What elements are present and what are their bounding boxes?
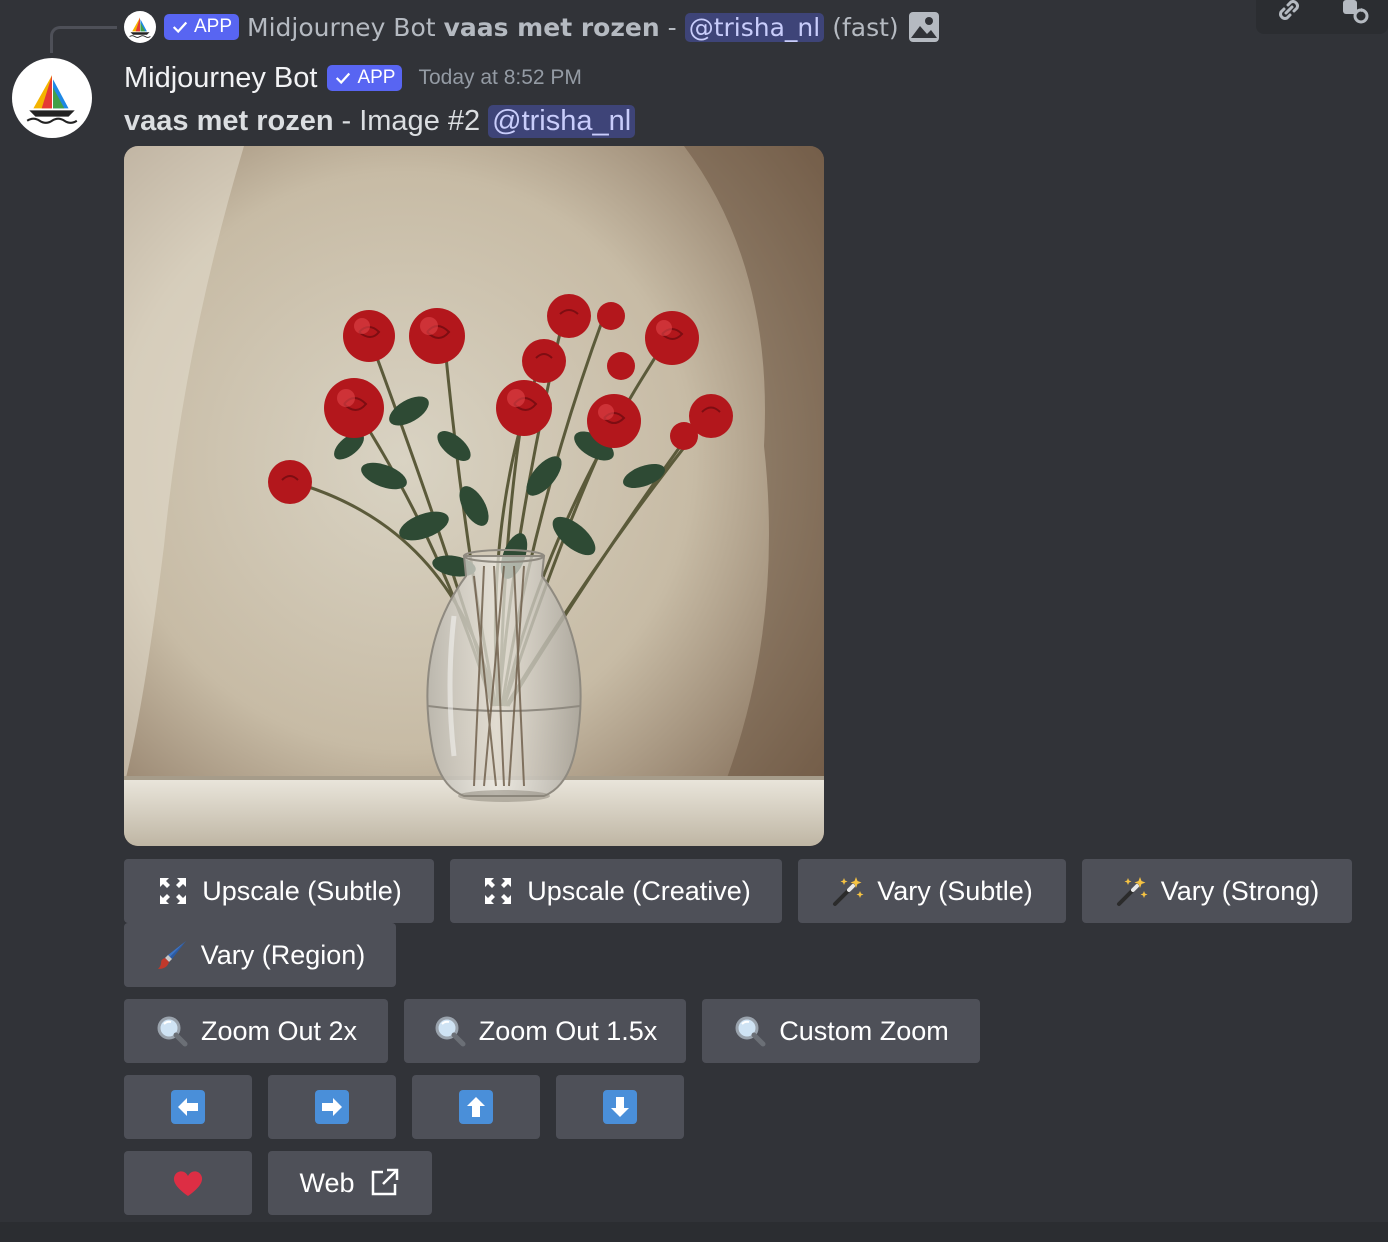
- bottom-bar: [0, 1222, 1388, 1242]
- image-icon: [908, 12, 939, 42]
- sailboat-logo-icon: [129, 17, 151, 38]
- magnifier-icon: [155, 1014, 189, 1048]
- message-header: Midjourney Bot APP Today at 8:52 PM: [124, 56, 582, 100]
- author-name[interactable]: Midjourney Bot: [124, 62, 317, 95]
- expand-arrows-icon: [481, 874, 515, 908]
- discord-message-view: APP Midjourney Bot vaas met rozen - @tri…: [0, 0, 1388, 1242]
- vary-subtle-button[interactable]: Vary (Subtle): [798, 859, 1066, 923]
- upscale-subtle-label: Upscale (Subtle): [202, 875, 402, 906]
- app-badge-label: APP: [194, 16, 233, 37]
- vary-subtle-label: Vary (Subtle): [877, 875, 1033, 906]
- pan-left-button[interactable]: [124, 1075, 252, 1139]
- link-icon[interactable]: [1271, 0, 1307, 28]
- reply-mention[interactable]: @trisha_nl: [684, 12, 825, 42]
- message-content: vaas met rozen - Image #2 @trisha_nl: [124, 100, 636, 142]
- reply-speed: (fast): [832, 12, 899, 42]
- favorite-button[interactable]: [124, 1151, 252, 1215]
- avatar[interactable]: [12, 58, 92, 138]
- reply-separator: -: [667, 12, 677, 42]
- custom-zoom-label: Custom Zoom: [779, 1015, 949, 1046]
- vary-region-button[interactable]: Vary (Region): [124, 923, 396, 987]
- pan-right-button[interactable]: [268, 1075, 396, 1139]
- heart-icon: [171, 1166, 205, 1200]
- checkmark-icon: [172, 21, 188, 34]
- upscale-creative-button[interactable]: Upscale (Creative): [450, 859, 782, 923]
- vary-region-label: Vary (Region): [200, 939, 366, 970]
- prompt-text: vaas met rozen: [124, 104, 334, 137]
- zoom-out-2x-label: Zoom Out 2x: [200, 1015, 358, 1046]
- magnifier-icon: [733, 1014, 767, 1048]
- generated-image[interactable]: [124, 146, 824, 846]
- content-separator: -: [341, 104, 352, 137]
- web-link-button[interactable]: Web: [268, 1151, 432, 1215]
- checkmark-icon: [336, 72, 351, 85]
- vary-strong-label: Vary (Strong): [1160, 875, 1320, 906]
- custom-zoom-button[interactable]: Custom Zoom: [702, 999, 980, 1063]
- zoom-out-2x-button[interactable]: Zoom Out 2x: [124, 999, 388, 1063]
- reply-bot-name[interactable]: Midjourney Bot: [247, 13, 436, 42]
- reply-avatar[interactable]: [124, 11, 156, 43]
- magnifier-icon: [433, 1014, 467, 1048]
- user-mention[interactable]: @trisha_nl: [488, 104, 636, 138]
- upscale-creative-label: Upscale (Creative): [527, 875, 751, 906]
- timestamp: Today at 8:52 PM: [418, 66, 582, 89]
- vary-strong-button[interactable]: Vary (Strong): [1082, 859, 1352, 923]
- arrow-right-icon: [315, 1090, 349, 1124]
- web-label: Web: [299, 1167, 355, 1198]
- magic-wand-icon: [1115, 874, 1149, 908]
- paintbrush-icon: [155, 938, 189, 972]
- zoom-out-1-5x-button[interactable]: Zoom Out 1.5x: [404, 999, 686, 1063]
- magic-wand-icon: [831, 874, 865, 908]
- app-badge: APP: [164, 14, 240, 40]
- sailboat-logo-icon: [26, 75, 78, 124]
- pan-up-button[interactable]: [412, 1075, 540, 1139]
- apps-refresh-icon[interactable]: [1337, 0, 1373, 28]
- app-badge-label: APP: [357, 67, 396, 88]
- arrow-left-icon: [171, 1090, 205, 1124]
- arrow-down-icon: [603, 1090, 637, 1124]
- upscale-subtle-button[interactable]: Upscale (Subtle): [124, 859, 434, 923]
- app-badge: APP: [327, 65, 403, 91]
- image-label: Image #2: [359, 104, 481, 137]
- message-toolbar: [1256, 0, 1388, 34]
- reply-prompt: vaas met rozen: [443, 12, 660, 42]
- expand-arrows-icon: [156, 874, 190, 908]
- reply-reference[interactable]: APP Midjourney Bot vaas met rozen - @tri…: [124, 8, 941, 46]
- pan-down-button[interactable]: [556, 1075, 684, 1139]
- external-link-icon: [367, 1166, 401, 1200]
- reply-spine: [50, 26, 117, 53]
- arrow-up-icon: [459, 1090, 493, 1124]
- zoom-out-1-5x-label: Zoom Out 1.5x: [478, 1015, 658, 1046]
